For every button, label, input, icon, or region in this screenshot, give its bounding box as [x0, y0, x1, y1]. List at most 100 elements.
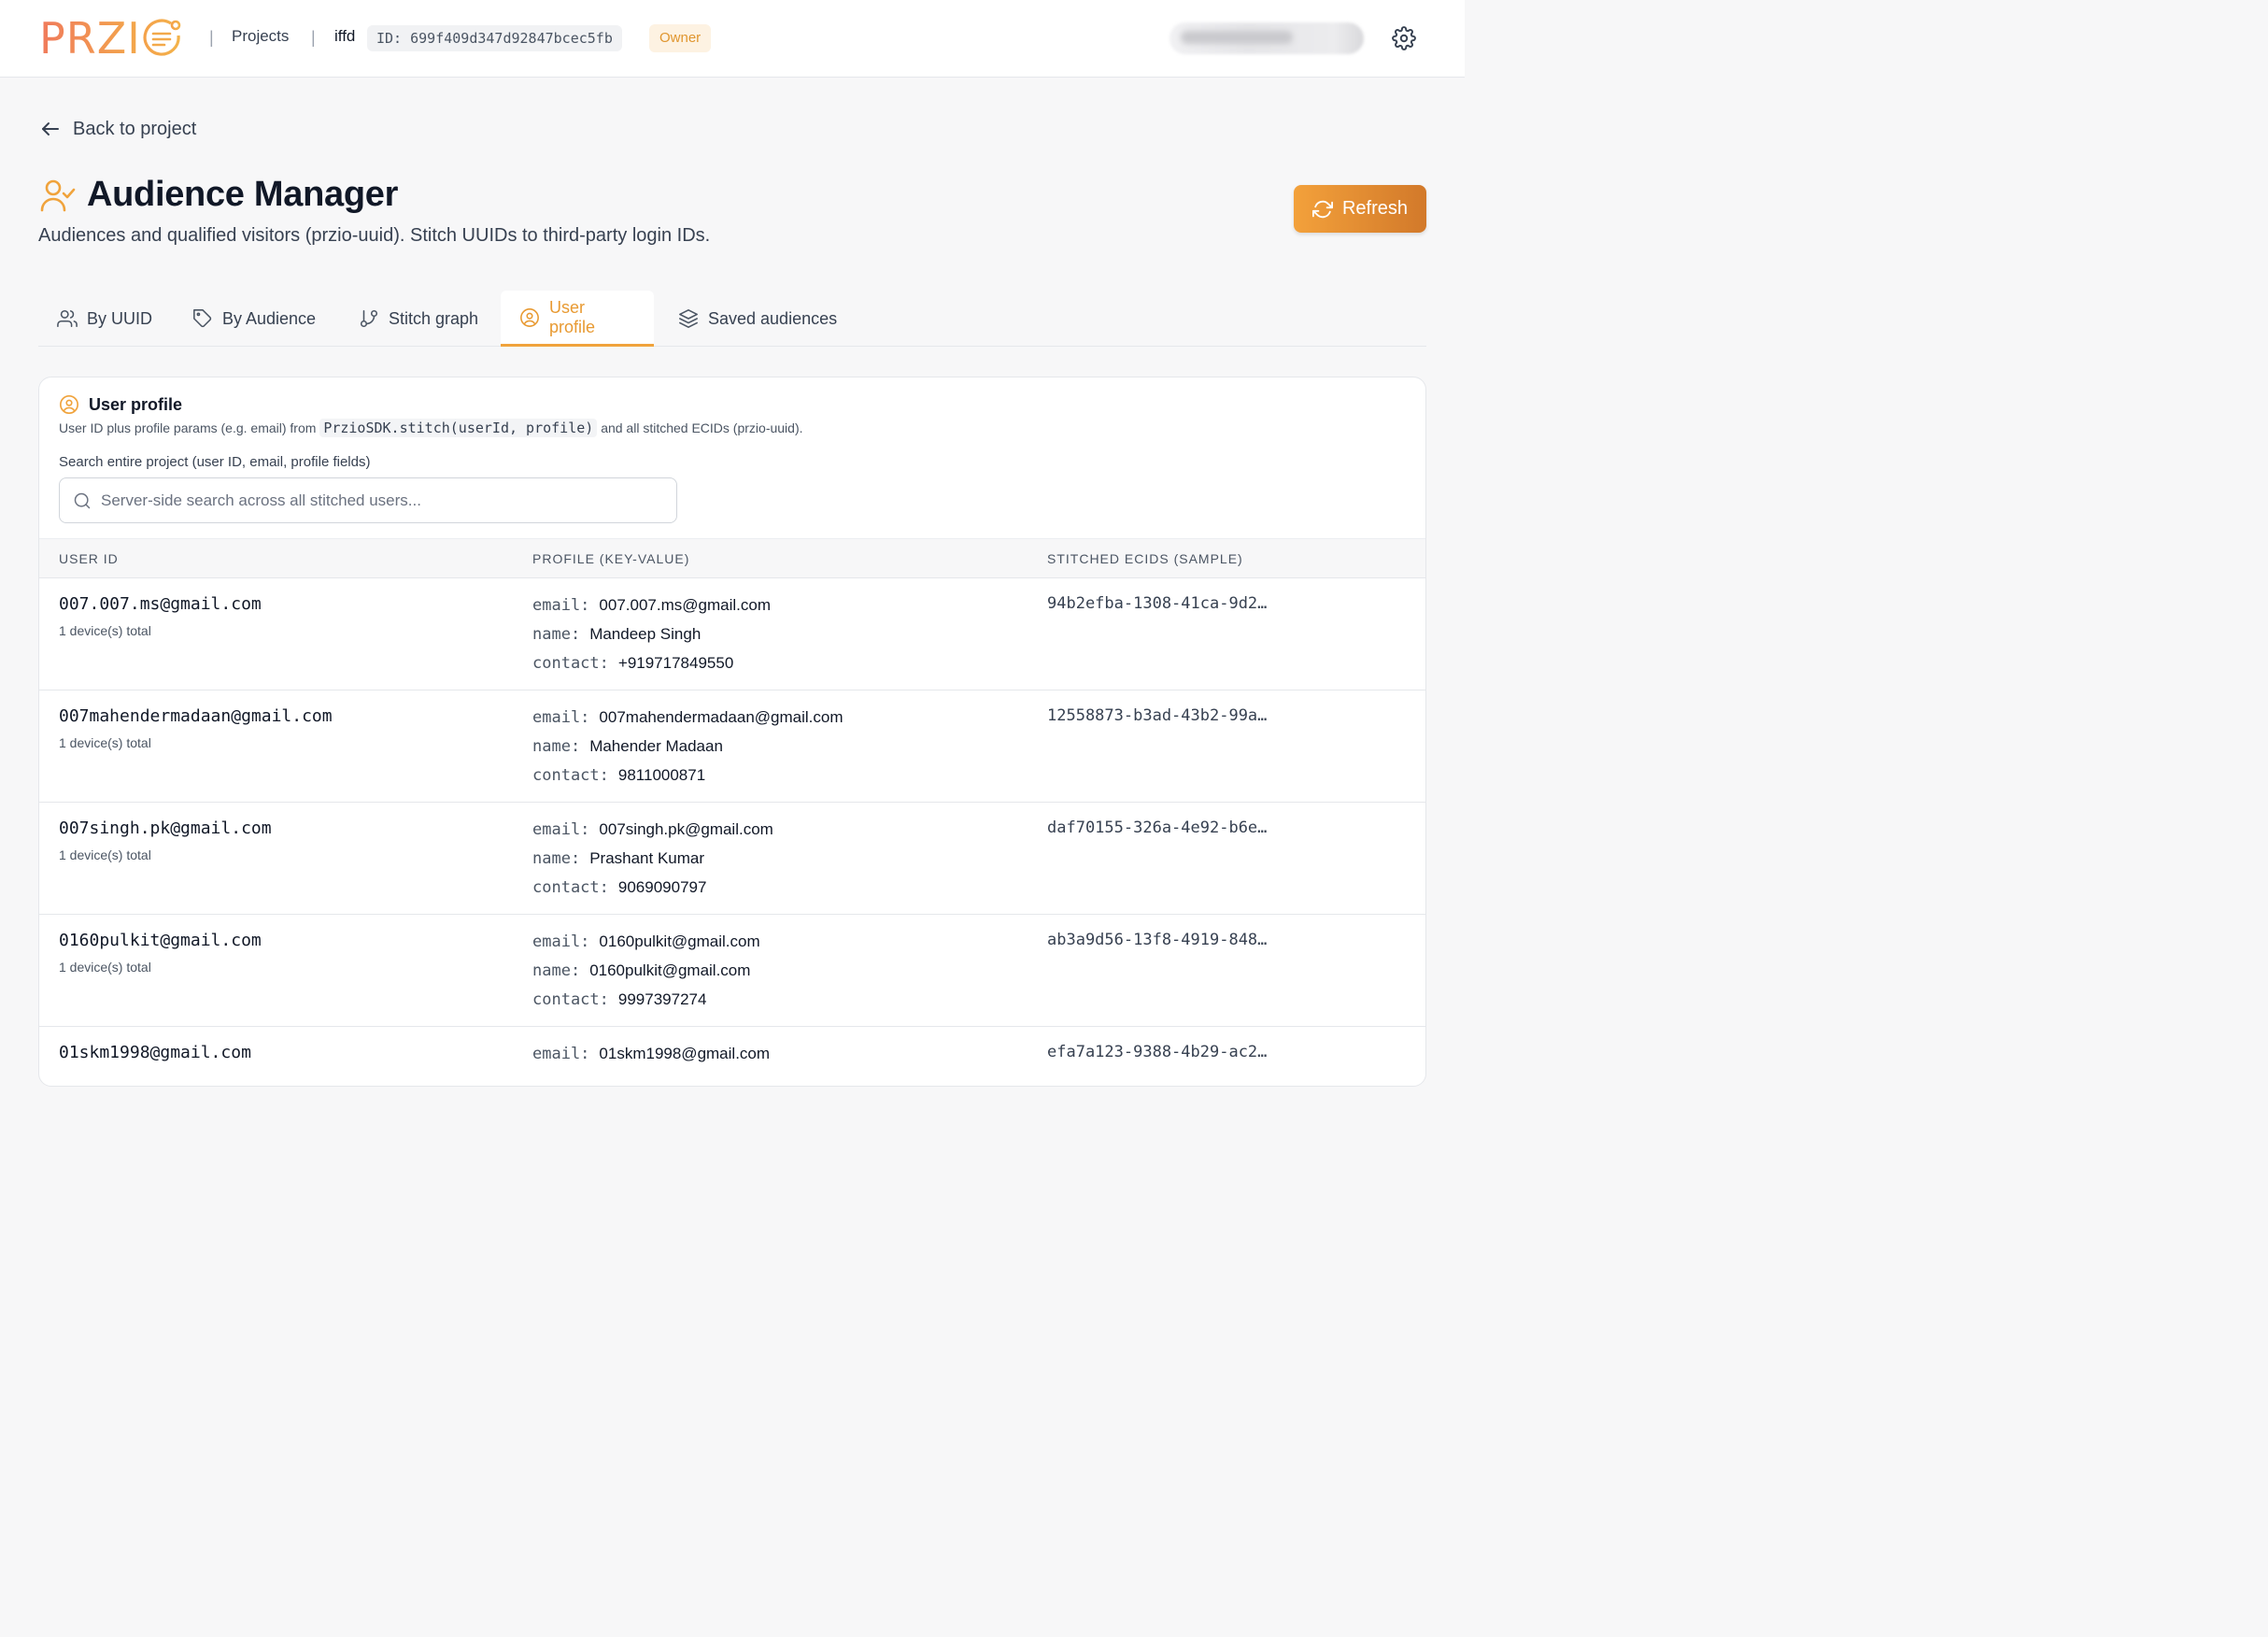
- stitched-ecid: daf70155-326a-4e92-b6e…: [1047, 818, 1268, 837]
- user-id: 007.007.ms@gmail.com: [59, 594, 262, 614]
- column-header-profile: PROFILE (KEY-VALUE): [532, 551, 690, 566]
- user-id: 007mahendermadaan@gmail.com: [59, 706, 333, 726]
- profile-key: email:: [532, 820, 590, 839]
- card-desc-text: User ID plus profile params (e.g. email)…: [59, 420, 317, 435]
- profile-email: email: 01skm1998@gmail.com: [532, 1045, 770, 1063]
- card-desc-text: and all stitched ECIDs (przio-uuid).: [601, 420, 803, 435]
- stitched-ecid: 12558873-b3ad-43b2-99a…: [1047, 706, 1268, 725]
- profile-value: Mandeep Singh: [589, 625, 702, 643]
- profile-value: Mahender Madaan: [589, 737, 723, 755]
- profile-name: name: 0160pulkit@gmail.com: [532, 961, 750, 980]
- role-badge: Owner: [649, 24, 712, 52]
- gear-icon[interactable]: [1392, 26, 1416, 50]
- stitched-ecid: efa7a123-9388-4b29-ac2…: [1047, 1043, 1268, 1061]
- user-check-icon: [40, 179, 76, 211]
- profile-key: contact:: [532, 766, 609, 785]
- profile-value: 0160pulkit@gmail.com: [589, 961, 751, 979]
- breadcrumb-project-name[interactable]: iffd: [334, 27, 355, 46]
- breadcrumb-separator: |: [209, 28, 214, 47]
- profile-email: email: 007.007.ms@gmail.com: [532, 596, 771, 615]
- logo-text: PRZI: [39, 13, 141, 64]
- user-circle-icon: [60, 395, 78, 414]
- profile-value: 007singh.pk@gmail.com: [599, 820, 773, 838]
- profile-key: contact:: [532, 654, 609, 673]
- user-profile-card: User profile User ID plus profile params…: [38, 377, 1426, 1087]
- page-header: Audience Manager: [38, 175, 398, 215]
- table-row[interactable]: 007singh.pk@gmail.com 1 device(s) total …: [39, 803, 1425, 915]
- profile-contact: contact: 9997397274: [532, 990, 706, 1009]
- device-count: 1 device(s) total: [59, 735, 151, 750]
- profile-name: name: Mandeep Singh: [532, 625, 701, 644]
- layers-icon: [679, 309, 698, 328]
- page-subtitle: Audiences and qualified visitors (przio-…: [38, 225, 711, 246]
- refresh-icon: [1311, 200, 1333, 218]
- breadcrumb-projects[interactable]: Projects: [232, 27, 289, 46]
- profile-email: email: 0160pulkit@gmail.com: [532, 932, 760, 951]
- refresh-label: Refresh: [1341, 198, 1409, 219]
- tab-saved-audiences[interactable]: Saved audiences: [659, 291, 856, 347]
- page-title: Audience Manager: [87, 175, 399, 214]
- profile-email: email: 007mahendermadaan@gmail.com: [532, 708, 843, 727]
- refresh-button[interactable]: Refresh: [1294, 185, 1426, 233]
- user-menu-blurred[interactable]: [1169, 22, 1364, 54]
- user-id: 0160pulkit@gmail.com: [59, 931, 262, 950]
- device-count: 1 device(s) total: [59, 847, 151, 862]
- table-row[interactable]: 007.007.ms@gmail.com 1 device(s) total e…: [39, 578, 1425, 690]
- back-link-label: Back to project: [73, 118, 197, 139]
- profile-value: 007.007.ms@gmail.com: [599, 596, 771, 614]
- table-row[interactable]: 01skm1998@gmail.com email: 01skm1998@gmai…: [39, 1027, 1425, 1086]
- users-icon: [57, 309, 78, 328]
- user-id: 007singh.pk@gmail.com: [59, 818, 272, 838]
- back-to-project-link[interactable]: Back to project: [39, 118, 196, 140]
- table-header: USER ID PROFILE (KEY-VALUE) STITCHED ECI…: [39, 538, 1425, 578]
- profile-name: name: Mahender Madaan: [532, 737, 723, 756]
- profile-key: name:: [532, 737, 581, 756]
- stitched-ecid: ab3a9d56-13f8-4919-848…: [1047, 931, 1268, 949]
- user-id: 01skm1998@gmail.com: [59, 1043, 251, 1062]
- card-header: User profile: [59, 394, 182, 415]
- tab-user-profile[interactable]: User profile: [501, 291, 654, 347]
- profile-email: email: 007singh.pk@gmail.com: [532, 820, 773, 839]
- tab-stitch-graph[interactable]: Stitch graph: [340, 291, 497, 347]
- profile-key: email:: [532, 932, 590, 951]
- profile-key: email:: [532, 1045, 590, 1063]
- search-field[interactable]: [59, 477, 677, 523]
- tab-by-audience[interactable]: By Audience: [174, 291, 334, 347]
- profile-value: 9069090797: [617, 878, 707, 896]
- project-id-badge: ID: 699f409d347d92847bcec5fb: [367, 25, 622, 51]
- git-branch-icon: [360, 309, 378, 328]
- profile-value: 9811000871: [617, 766, 706, 784]
- breadcrumb-separator: |: [311, 28, 316, 47]
- card-desc-code: PrzioSDK.stitch(userId, profile): [319, 419, 598, 437]
- przio-logo[interactable]: PRZI: [39, 16, 182, 61]
- profile-key: name:: [532, 961, 581, 980]
- profile-key: name:: [532, 625, 581, 644]
- tag-icon: [193, 309, 212, 328]
- profile-key: contact:: [532, 878, 609, 897]
- profile-value: 007mahendermadaan@gmail.com: [599, 708, 843, 726]
- column-header-ecids: STITCHED ECIDS (SAMPLE): [1047, 551, 1243, 566]
- profile-key: name:: [532, 849, 581, 868]
- profile-key: email:: [532, 708, 590, 727]
- profile-value: 0160pulkit@gmail.com: [599, 932, 760, 950]
- profile-value: 01skm1998@gmail.com: [599, 1045, 771, 1062]
- column-header-user-id: USER ID: [59, 551, 119, 566]
- tab-label: Stitch graph: [389, 308, 479, 328]
- profile-key: email:: [532, 596, 590, 615]
- table-row[interactable]: 0160pulkit@gmail.com 1 device(s) total e…: [39, 915, 1425, 1027]
- device-count: 1 device(s) total: [59, 623, 151, 638]
- card-description: User ID plus profile params (e.g. email)…: [59, 419, 803, 437]
- arrow-left-icon: [42, 122, 59, 135]
- tab-label: Saved audiences: [708, 308, 838, 328]
- tab-label: By UUID: [87, 308, 153, 328]
- search-input[interactable]: [101, 491, 661, 510]
- table-row[interactable]: 007mahendermadaan@gmail.com 1 device(s) …: [39, 690, 1425, 803]
- profile-contact: contact: +919717849550: [532, 654, 733, 673]
- tab-by-uuid[interactable]: By UUID: [38, 291, 171, 347]
- tab-bar: By UUID By Audience Stitch graph User pr…: [38, 291, 1426, 347]
- profile-value: +919717849550: [617, 654, 734, 672]
- top-bar: PRZI | Projects | iffd ID: 699f409d347d9…: [0, 0, 1465, 78]
- search-label: Search entire project (user ID, email, p…: [59, 454, 371, 470]
- profile-contact: contact: 9069090797: [532, 878, 706, 897]
- card-title: User profile: [89, 394, 183, 414]
